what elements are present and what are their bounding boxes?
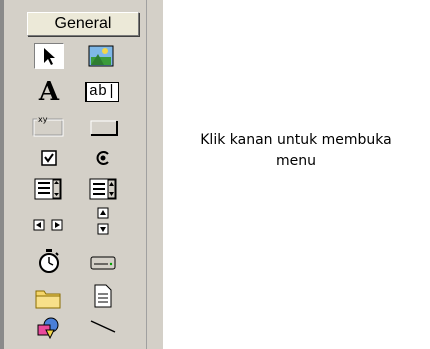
tool-frame[interactable]: xy bbox=[31, 113, 65, 139]
tool-picturebox[interactable] bbox=[86, 43, 116, 69]
label-icon: A bbox=[38, 77, 60, 107]
tool-checkbox[interactable] bbox=[34, 145, 64, 171]
tool-hscrollbar[interactable] bbox=[31, 212, 65, 238]
drivelistbox-icon bbox=[90, 256, 116, 270]
picturebox-icon bbox=[88, 45, 114, 67]
vscrollbar-icon bbox=[97, 207, 109, 235]
hscrollbar-icon bbox=[33, 219, 63, 231]
toolbox-panel: General A ab| xy bbox=[0, 0, 163, 349]
line-icon bbox=[90, 320, 116, 333]
tool-dirlistbox[interactable] bbox=[33, 285, 63, 311]
toolbox-left-border bbox=[0, 0, 4, 349]
tool-commandbutton[interactable] bbox=[87, 113, 121, 139]
dirlistbox-icon bbox=[35, 290, 61, 309]
tool-timer[interactable] bbox=[34, 248, 64, 274]
tool-listbox[interactable] bbox=[86, 176, 120, 202]
context-menu-hint: Klik kanan untuk membuka menu bbox=[200, 132, 392, 169]
filelistbox-icon bbox=[94, 284, 112, 308]
timer-icon bbox=[39, 249, 59, 273]
tool-optionbutton[interactable] bbox=[88, 145, 118, 171]
frame-icon: xy bbox=[32, 115, 64, 137]
optionbutton-icon bbox=[96, 151, 109, 165]
tool-label[interactable]: A bbox=[34, 79, 64, 105]
tool-textbox[interactable]: ab| bbox=[84, 79, 120, 105]
svg-text:xy: xy bbox=[38, 115, 48, 124]
tool-shape[interactable] bbox=[34, 315, 64, 341]
combobox-icon bbox=[34, 178, 62, 200]
tool-filelistbox[interactable] bbox=[88, 283, 118, 309]
tool-combobox[interactable] bbox=[31, 176, 65, 202]
shape-icon bbox=[37, 317, 59, 340]
tool-drivelistbox[interactable] bbox=[88, 250, 118, 276]
tool-vscrollbar[interactable] bbox=[88, 207, 118, 235]
listbox-icon bbox=[89, 178, 117, 200]
pointer-icon bbox=[44, 48, 55, 65]
checkbox-icon bbox=[41, 150, 57, 166]
toolbox-scroll-strip bbox=[146, 0, 163, 349]
tab-general[interactable]: General bbox=[27, 12, 139, 36]
textbox-icon: ab| bbox=[84, 82, 119, 102]
commandbutton-icon bbox=[90, 120, 118, 136]
tool-line[interactable] bbox=[86, 313, 120, 339]
tool-pointer[interactable] bbox=[34, 43, 64, 69]
